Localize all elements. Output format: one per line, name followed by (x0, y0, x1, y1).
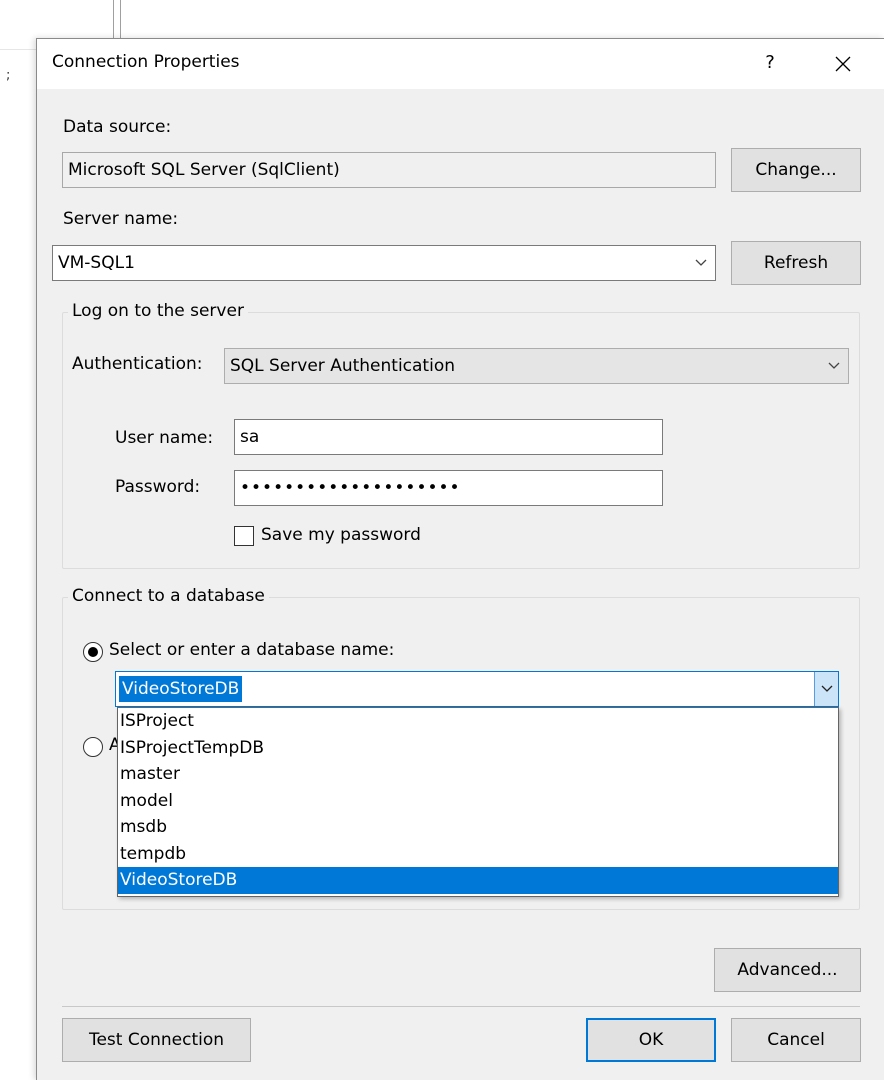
server-name-combo[interactable]: VM-SQL1 (52, 245, 716, 281)
background-left-panel (0, 50, 36, 1080)
test-connection-button-label: Test Connection (88, 1030, 225, 1050)
username-value: sa (240, 427, 260, 447)
cancel-button-label: Cancel (767, 1030, 825, 1050)
ok-button[interactable]: OK (586, 1018, 716, 1062)
refresh-button-label: Refresh (763, 253, 829, 273)
chevron-down-icon[interactable] (695, 258, 707, 268)
test-connection-button[interactable]: Test Connection (62, 1018, 251, 1062)
logon-group-label: Log on to the server (68, 301, 248, 321)
list-item[interactable]: model (118, 788, 838, 815)
save-password-label[interactable]: Save my password (261, 525, 421, 545)
list-item-selected[interactable]: VideoStoreDB (118, 867, 838, 894)
attach-database-radio[interactable] (83, 737, 103, 757)
select-database-label[interactable]: Select or enter a database name: (109, 640, 394, 660)
database-group-label: Connect to a database (68, 586, 269, 606)
save-password-checkbox[interactable] (234, 526, 254, 546)
password-value: •••••••••••••••••••• (240, 478, 461, 498)
authentication-value: SQL Server Authentication (230, 356, 455, 376)
list-item[interactable]: master (118, 761, 838, 788)
database-dropdown-button[interactable] (814, 672, 838, 706)
password-label: Password: (115, 477, 201, 497)
cancel-button[interactable]: Cancel (731, 1018, 861, 1062)
background-divider (113, 0, 114, 38)
password-input[interactable]: •••••••••••••••••••• (234, 470, 663, 506)
authentication-combo[interactable]: SQL Server Authentication (224, 348, 849, 384)
dialog-titlebar: Connection Properties ? (37, 39, 884, 89)
data-source-value: Microsoft SQL Server (SqlClient) (68, 160, 340, 180)
background-text-fragment: ; (6, 68, 11, 83)
list-item[interactable]: msdb (118, 814, 838, 841)
authentication-label: Authentication: (72, 354, 203, 374)
change-button-label: Change... (755, 160, 837, 180)
server-name-label: Server name: (63, 209, 179, 229)
data-source-field: Microsoft SQL Server (SqlClient) (62, 152, 716, 188)
background-divider (120, 0, 121, 38)
chevron-down-icon[interactable] (828, 361, 840, 371)
list-item[interactable]: ISProject (118, 708, 838, 735)
change-button[interactable]: Change... (731, 148, 861, 192)
help-button[interactable]: ? (755, 48, 785, 78)
list-item[interactable]: tempdb (118, 841, 838, 868)
close-button[interactable] (823, 48, 863, 78)
username-input[interactable]: sa (234, 419, 663, 455)
database-name-combo[interactable]: VideoStoreDB (115, 671, 839, 707)
list-item[interactable]: ISProjectTempDB (118, 735, 838, 762)
data-source-label: Data source: (63, 117, 172, 137)
server-name-value: VM-SQL1 (58, 253, 135, 273)
username-label: User name: (115, 428, 214, 448)
chevron-down-icon (821, 685, 832, 692)
ok-button-label: OK (638, 1030, 664, 1050)
advanced-button[interactable]: Advanced... (714, 948, 861, 992)
footer-separator (62, 1006, 860, 1007)
refresh-button[interactable]: Refresh (731, 241, 861, 285)
select-database-radio[interactable] (83, 642, 103, 662)
dialog-title: Connection Properties (52, 52, 240, 72)
database-name-value[interactable]: VideoStoreDB (119, 676, 243, 702)
close-icon (835, 56, 851, 71)
advanced-button-label: Advanced... (737, 960, 838, 980)
database-dropdown-list: ISProject ISProjectTempDB master model m… (117, 707, 839, 897)
connection-properties-dialog: Connection Properties ? Data source: Mic… (36, 38, 884, 1080)
